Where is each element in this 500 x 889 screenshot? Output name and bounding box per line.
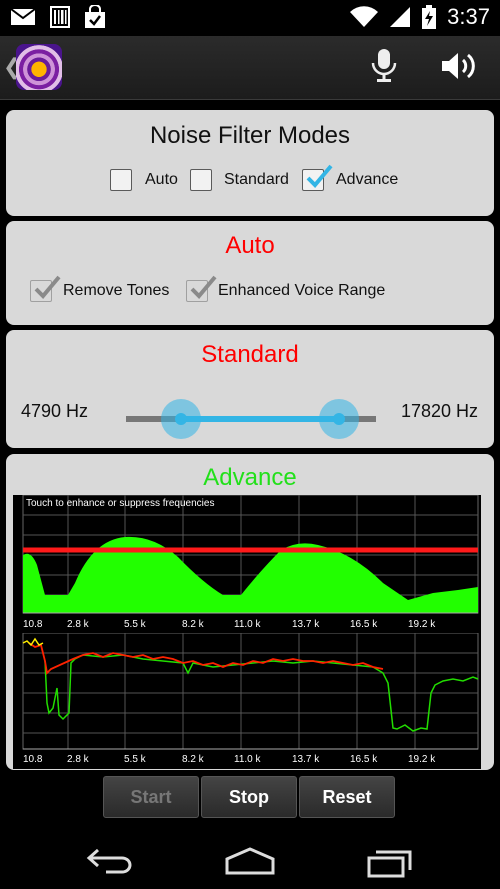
- signal-icon: [390, 7, 411, 27]
- x-tick: 11.0 k: [234, 619, 261, 630]
- app-logo-icon[interactable]: [16, 44, 62, 90]
- x-tick: 2.8 k: [67, 619, 89, 630]
- auto-mode-label: Auto: [145, 171, 178, 188]
- x-tick: 8.2 k: [182, 754, 204, 765]
- standard-panel: Standard 4790 Hz 17820 Hz: [6, 330, 494, 448]
- noise-filter-modes-panel: Noise Filter Modes Auto Standard Advance: [6, 110, 494, 216]
- reset-button[interactable]: Reset: [299, 776, 395, 818]
- enhanced-voice-range-label: Enhanced Voice Range: [218, 282, 386, 299]
- spectrum-yellow-trace: [22, 637, 44, 647]
- auto-mode-checkbox[interactable]: [110, 169, 132, 191]
- x-tick: 13.7 k: [292, 619, 320, 630]
- wifi-icon: [350, 6, 379, 27]
- modes-title: Noise Filter Modes: [149, 122, 351, 149]
- graph-instruction: Touch to enhance or suppress frequencies: [26, 498, 215, 509]
- checkmark-icon: [190, 275, 217, 299]
- auto-panel: Auto Remove Tones Enhanced Voice Range: [6, 221, 494, 325]
- home-icon[interactable]: [224, 846, 276, 876]
- remove-tones-checkbox[interactable]: [30, 275, 61, 302]
- advance-mode-checkbox[interactable]: [302, 164, 333, 191]
- x-tick: 10.8: [23, 754, 43, 765]
- checkmark-icon: [306, 164, 333, 188]
- x-tick: 5.5 k: [124, 619, 146, 630]
- advance-title: Advance: [203, 464, 297, 491]
- slider-selected-range: [181, 416, 339, 422]
- filter-curve-plot: [22, 495, 479, 614]
- back-icon[interactable]: [86, 846, 136, 876]
- x-tick: 11.0 k: [234, 754, 261, 765]
- x-tick: 19.2 k: [408, 754, 436, 765]
- navigation-bar: [0, 828, 500, 889]
- advance-mode-label: Advance: [336, 171, 399, 188]
- x-tick: 2.8 k: [67, 754, 89, 765]
- x-tick: 19.2 k: [408, 619, 436, 630]
- speaker-volume-icon[interactable]: [440, 50, 480, 82]
- frequency-filter-graph[interactable]: Touch to enhance or suppress frequencies…: [13, 495, 481, 633]
- battery-charging-icon: [422, 5, 437, 29]
- graph-gridlines: [23, 633, 478, 749]
- x-tick: 5.5 k: [124, 754, 146, 765]
- microphone-icon[interactable]: [370, 48, 398, 84]
- checkmark-icon: [34, 275, 61, 299]
- high-frequency-label: 17820 Hz: [401, 401, 479, 421]
- standard-mode-label: Standard: [224, 171, 289, 188]
- spectrum-plot: [22, 633, 479, 750]
- low-frequency-label: 4790 Hz: [21, 401, 89, 421]
- barcode-icon: [50, 6, 70, 28]
- standard-mode-checkbox[interactable]: [190, 169, 212, 191]
- remove-tones-label: Remove Tones: [63, 282, 170, 299]
- gmail-icon: [10, 8, 36, 25]
- action-bar: ❮: [0, 36, 500, 100]
- stop-button[interactable]: Stop: [201, 776, 297, 818]
- spectrum-red-trace: [28, 642, 384, 675]
- x-tick: 16.5 k: [350, 619, 378, 630]
- enhanced-voice-range-checkbox[interactable]: [186, 275, 217, 302]
- x-tick: 16.5 k: [350, 754, 378, 765]
- x-tick: 8.2 k: [182, 619, 204, 630]
- standard-title: Standard: [201, 341, 299, 368]
- recent-apps-icon[interactable]: [366, 846, 414, 878]
- low-frequency-thumb[interactable]: [161, 399, 201, 439]
- high-frequency-thumb[interactable]: [318, 399, 359, 439]
- x-tick: 13.7 k: [292, 754, 320, 765]
- status-bar: 3:37: [0, 0, 500, 36]
- start-button[interactable]: Start: [103, 776, 199, 818]
- auto-title: Auto: [225, 232, 275, 259]
- shopping-bag-icon: [85, 5, 105, 28]
- clock: 3:37: [447, 4, 490, 29]
- x-tick: 10.8: [23, 619, 43, 630]
- spectrum-graph: 10.8 2.8 k 5.5 k 8.2 k 11.0 k 13.7 k 16.…: [13, 633, 481, 769]
